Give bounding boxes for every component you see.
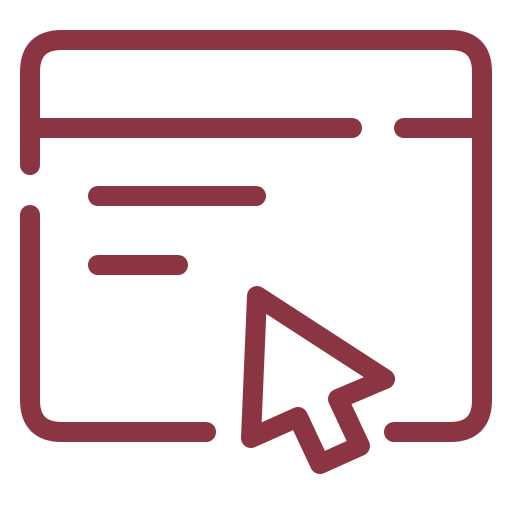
browser-window-click-icon — [0, 0, 512, 512]
browser-window-click-icon-svg — [20, 30, 492, 474]
window-frame-left-lower — [20, 205, 216, 442]
cursor-arrow-icon — [241, 286, 395, 474]
